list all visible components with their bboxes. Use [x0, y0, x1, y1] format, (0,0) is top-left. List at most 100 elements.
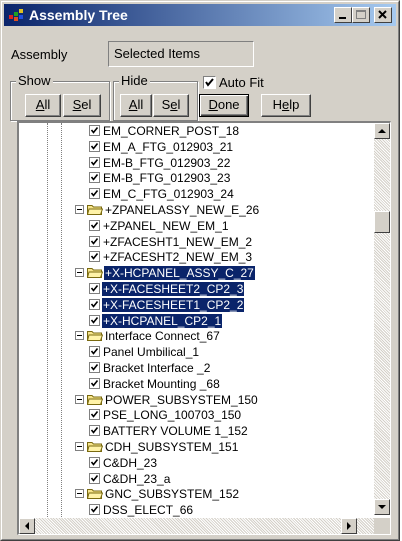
- tree-item-row[interactable]: Bracket Interface _2: [89, 361, 211, 376]
- close-button[interactable]: [374, 7, 392, 23]
- checkbox-icon[interactable]: [89, 456, 100, 468]
- scroll-down-button[interactable]: [374, 499, 390, 515]
- auto-fit-label: Auto Fit: [219, 75, 264, 90]
- show-all-button[interactable]: All: [25, 94, 61, 117]
- show-sel-button[interactable]: Sel: [63, 94, 101, 117]
- checkbox-icon[interactable]: [89, 251, 100, 263]
- tree-row-label: EM_A_FTG_012903_21: [103, 139, 234, 154]
- assembly-label: Assembly: [11, 47, 68, 62]
- tree-guide-line: [47, 123, 48, 517]
- title-bar[interactable]: Assembly Tree: [4, 4, 396, 26]
- checkbox-icon[interactable]: [89, 140, 100, 152]
- checkbox-icon[interactable]: [89, 156, 100, 168]
- tree-item-row[interactable]: +X-FACESHEET2_CP2_3: [89, 282, 245, 297]
- tree-row-label: BATTERY VOLUME 1_152: [103, 424, 248, 439]
- maximize-icon: [356, 10, 366, 19]
- checkbox-icon[interactable]: [89, 188, 100, 200]
- vertical-scrollbar[interactable]: [374, 123, 390, 515]
- tree-folder-row[interactable]: Interface Connect_67: [75, 329, 221, 344]
- collapse-icon[interactable]: [75, 268, 84, 278]
- assembly-app-icon: [9, 9, 23, 21]
- minimize-button[interactable]: [334, 7, 352, 23]
- horizontal-scrollbar[interactable]: [19, 518, 375, 534]
- scroll-left-button[interactable]: [19, 518, 35, 534]
- tree-row-label: +X-FACESHEET1_CP2_2: [102, 297, 245, 312]
- scrollbar-corner: [374, 518, 390, 534]
- collapse-icon[interactable]: [75, 331, 84, 341]
- tree-item-row[interactable]: Bracket Mounting _68: [89, 377, 221, 392]
- checkbox-icon[interactable]: [89, 377, 100, 389]
- tree-row-label: GNC_SUBSYSTEM_152: [105, 487, 240, 502]
- tree-item-row[interactable]: C&DH_23_a: [89, 472, 171, 487]
- auto-fit-checkbox[interactable]: [203, 76, 216, 89]
- tree-item-row[interactable]: Panel Umbilical_1: [89, 345, 200, 360]
- tree-row-label: CDH_SUBSYSTEM_151: [105, 440, 239, 454]
- tree-item-row[interactable]: EM-B_FTG_012903_23: [89, 171, 231, 186]
- checkbox-icon[interactable]: [89, 172, 100, 184]
- arrow-up-icon: [378, 129, 386, 133]
- tree-folder-row[interactable]: GNC_SUBSYSTEM_152: [75, 487, 240, 502]
- tree-item-row[interactable]: BATTERY VOLUME 1_152: [89, 424, 249, 439]
- checkbox-icon[interactable]: [89, 283, 100, 294]
- arrow-left-icon: [25, 522, 29, 530]
- help-button[interactable]: Help: [261, 94, 311, 117]
- assembly-tree-view[interactable]: EM_CORNER_POST_18 EM_A_FTG_012903_21 EM-B_…: [17, 121, 391, 535]
- tree-item-row[interactable]: PSE_LONG_100703_150: [89, 408, 242, 423]
- tree-item-row[interactable]: C&DH_23: [89, 456, 158, 471]
- hide-all-button[interactable]: All: [120, 94, 152, 117]
- tree-item-row[interactable]: EM_CORNER_POST_18: [89, 124, 240, 139]
- tree-item-row[interactable]: EM_C_FTG_012903_24: [89, 187, 235, 202]
- tree-item-row[interactable]: EM_A_FTG_012903_21: [89, 140, 234, 155]
- tree-row-label: +X-HCPANEL_CP2_1: [102, 313, 223, 328]
- tree-row-label: EM_C_FTG_012903_24: [103, 187, 234, 202]
- tree-row-label: Interface Connect_67: [105, 329, 220, 344]
- tree-item-row[interactable]: +X-HCPANEL_CP2_1: [89, 313, 223, 329]
- checkbox-icon[interactable]: [89, 472, 100, 484]
- tree-row-label: EM-B_FTG_012903_23: [103, 171, 231, 186]
- checkbox-icon[interactable]: [89, 314, 100, 326]
- tree-row-label: PSE_LONG_100703_150: [103, 408, 242, 423]
- arrow-right-icon: [347, 522, 351, 530]
- minimize-icon: [339, 17, 346, 19]
- tree-row-label: +ZFACESHT2_NEW_EM_3: [103, 250, 253, 265]
- checkbox-icon[interactable]: [89, 362, 100, 373]
- tree-folder-row[interactable]: CDH_SUBSYSTEM_151: [75, 440, 239, 455]
- tree-item-row[interactable]: +X-FACESHEET1_CP2_2: [89, 297, 245, 313]
- tree-item-row[interactable]: +ZFACESHT1_NEW_EM_2: [89, 235, 253, 250]
- tree-folder-row[interactable]: POWER_SUBSYSTEM_150: [75, 393, 259, 408]
- folder-open-icon: [87, 489, 103, 500]
- checkbox-icon[interactable]: [89, 346, 100, 358]
- checkbox-icon[interactable]: [89, 125, 100, 136]
- tree-folder-row[interactable]: +ZPANELASSY_NEW_E_26: [75, 203, 260, 218]
- collapse-icon[interactable]: [75, 394, 84, 404]
- checkbox-icon[interactable]: [89, 504, 100, 516]
- tree-row-label: Bracket Interface _2: [103, 361, 211, 375]
- collapse-icon[interactable]: [75, 205, 84, 214]
- checkbox-icon[interactable]: [89, 409, 100, 421]
- scroll-right-button[interactable]: [341, 518, 357, 534]
- checkbox-icon[interactable]: [89, 425, 100, 437]
- checkbox-icon[interactable]: [89, 219, 100, 231]
- tree-item-row[interactable]: DSS_ELECT_66: [89, 503, 194, 518]
- tree-row-label: EM_CORNER_POST_18: [103, 124, 240, 138]
- collapse-icon[interactable]: [75, 442, 84, 451]
- scroll-thumb[interactable]: [374, 211, 390, 233]
- tree-row-label: DSS_ELECT_66: [103, 503, 194, 518]
- close-icon: [378, 10, 387, 19]
- maximize-button[interactable]: [352, 7, 370, 23]
- show-group-title: Show: [16, 73, 53, 88]
- tree-item-row[interactable]: +ZFACESHT2_NEW_EM_3: [89, 250, 253, 265]
- selected-items-field: Selected Items: [108, 41, 254, 67]
- folder-open-icon: [87, 331, 103, 342]
- tree-row-label: C&DH_23: [103, 455, 158, 470]
- tree-item-row[interactable]: EM-B_FTG_012903_22: [89, 156, 231, 171]
- tree-folder-row[interactable]: +X-HCPANEL_ASSY_C_27: [75, 266, 255, 281]
- checkbox-icon[interactable]: [89, 235, 100, 247]
- checkbox-icon[interactable]: [89, 298, 100, 310]
- tree-row-label: +X-HCPANEL_ASSY_C_27: [104, 266, 255, 281]
- hide-sel-button[interactable]: Sel: [153, 94, 189, 117]
- scroll-up-button[interactable]: [374, 123, 390, 139]
- done-button[interactable]: Done: [199, 94, 249, 117]
- collapse-icon[interactable]: [75, 489, 84, 499]
- tree-item-row[interactable]: +ZPANEL_NEW_EM_1: [89, 219, 230, 234]
